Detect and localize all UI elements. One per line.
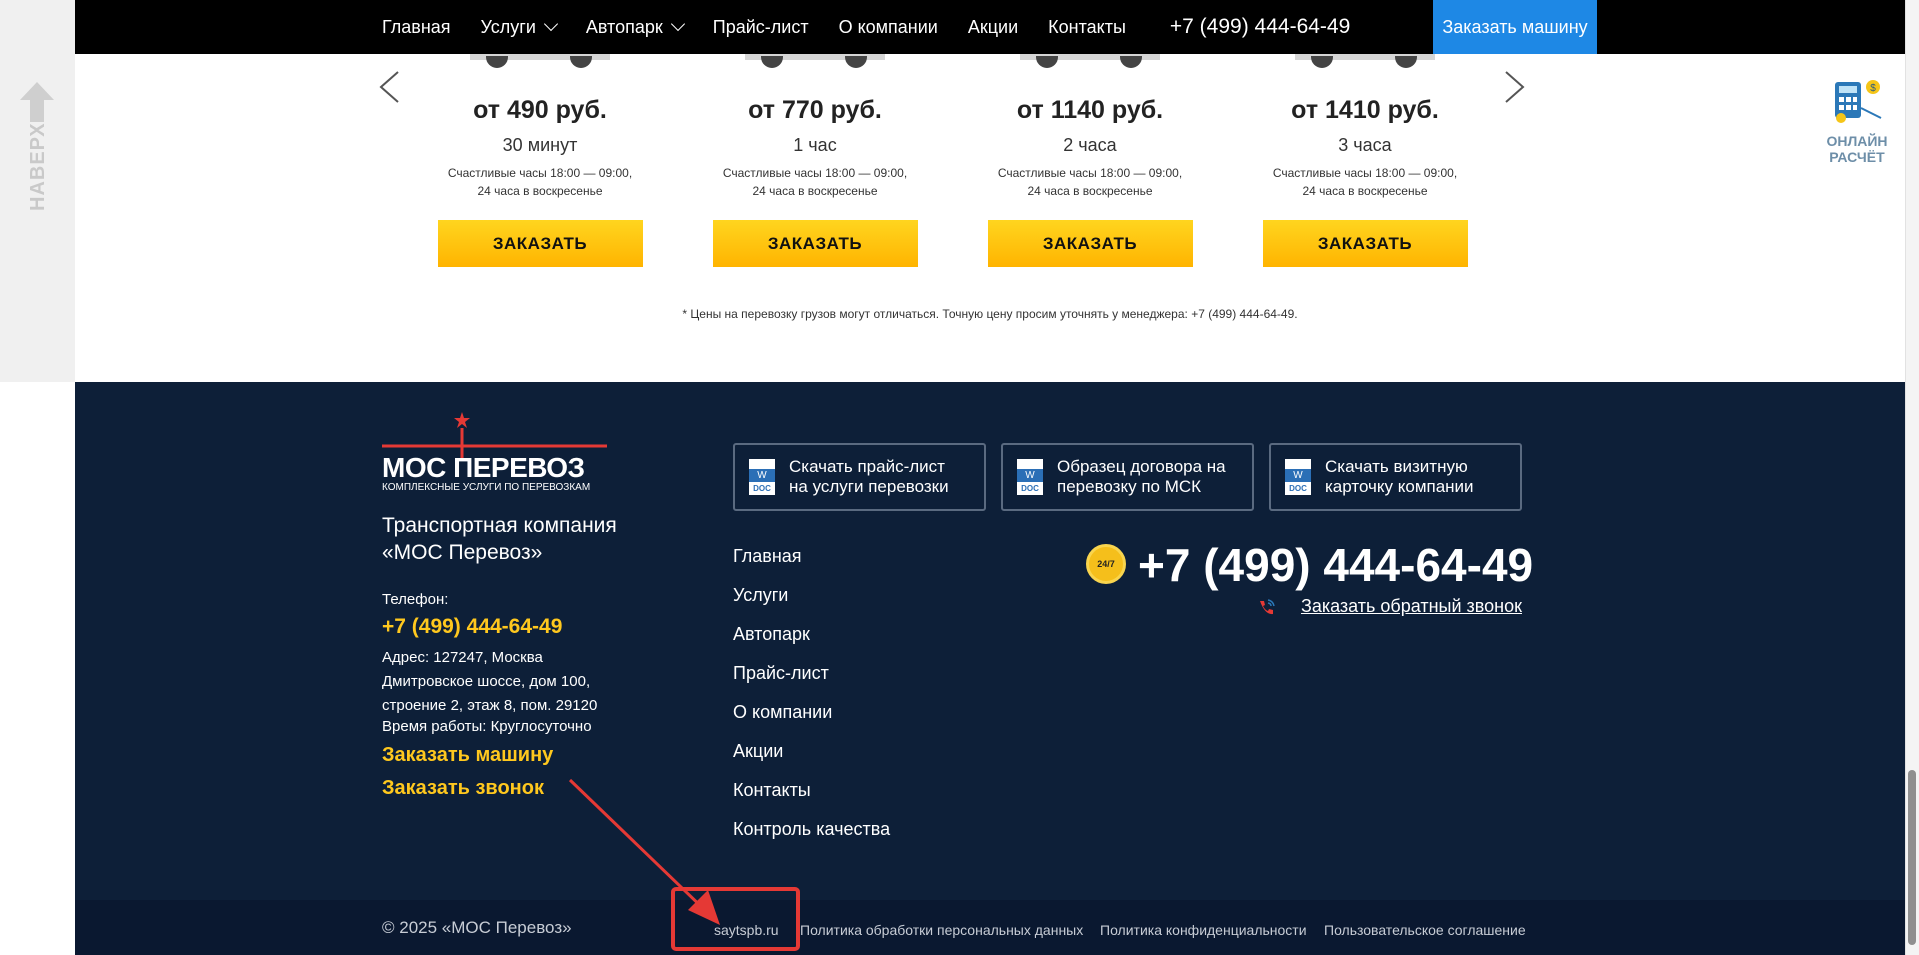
address: Адрес: 127247, Москва Дмитровское шоссе,… [382, 649, 598, 714]
chevron-down-icon [670, 16, 685, 32]
logo[interactable]: МОС ПЕРЕВОЗ КОМПЛЕКСНЫЕ УСЛУГИ ПО ПЕРЕВО… [382, 412, 607, 494]
price-card: от 490 руб. 30 минут Счастливые часы 18:… [402, 54, 678, 267]
company-name: Транспортная компания «МОС Перевоз» [382, 514, 617, 564]
truck-image [1227, 54, 1503, 70]
price-duration: 3 часа [1338, 135, 1392, 155]
footer-menu-item[interactable]: Контакты [733, 778, 890, 817]
price-value: от 770 руб. [748, 96, 882, 124]
scrollbar-thumb[interactable] [1908, 770, 1916, 945]
nav-item-home[interactable]: Главная [382, 17, 451, 38]
price-duration: 30 минут [502, 135, 578, 155]
calc-label: ОНЛАЙН РАСЧЁТ [1826, 133, 1888, 165]
nav-item-contacts[interactable]: Контакты [1048, 17, 1126, 38]
scrollbar[interactable] [1905, 0, 1919, 955]
contract-sample-button[interactable]: W DOC Образец договора на перевозку по МСК [1001, 443, 1254, 511]
order-button[interactable]: ЗАКАЗАТЬ [1262, 220, 1468, 267]
nav-item-label: Услуги [480, 16, 536, 37]
user-agreement-link[interactable]: Пользовательское соглашение [1324, 922, 1526, 938]
order-car-button[interactable]: Заказать машину [1433, 0, 1597, 54]
word-doc-icon: W DOC [1285, 459, 1311, 495]
price-note: Счастливые часы 18:00 — 09:00, 24 часа в … [1272, 166, 1458, 198]
footer-menu-item[interactable]: Контроль качества [733, 817, 890, 856]
nav-phone[interactable]: +7 (499) 444-64-49 [1170, 15, 1350, 39]
footer-big-phone[interactable]: +7 (499) 444-64-49 [1138, 538, 1533, 592]
truck-image [677, 54, 953, 70]
price-disclaimer: * Цены на перевозку грузов могут отличат… [682, 307, 1298, 321]
order-button[interactable]: ЗАКАЗАТЬ [712, 220, 918, 267]
online-calc-widget[interactable]: $ ОНЛАЙН РАСЧЁТ [1822, 78, 1892, 165]
badge-24-7-icon: 24/7 [1086, 544, 1126, 584]
footer-menu-item[interactable]: Главная [733, 544, 890, 583]
nav-item-label: Главная [382, 16, 451, 37]
scroll-to-top-label: НАВЕРХ [27, 122, 49, 211]
footer-menu-item[interactable]: Автопарк [733, 622, 890, 661]
download-pricelist-button[interactable]: W DOC Скачать прайс-лист на услуги перевоз… [733, 443, 986, 511]
nav-item-label: О компании [838, 16, 938, 37]
price-note: Счастливые часы 18:00 — 09:00, 24 часа в … [997, 166, 1183, 198]
order-button[interactable]: ЗАКАЗАТЬ [437, 220, 643, 267]
nav-item-pricelist[interactable]: Прайс-лист [713, 17, 809, 38]
price-duration: 1 час [793, 135, 837, 155]
nav-item-about[interactable]: О компании [839, 17, 938, 38]
price-value: от 1410 руб. [1291, 96, 1439, 124]
price-duration: 2 часа [1063, 135, 1117, 155]
footer-phone-link[interactable]: +7 (499) 444-64-49 [382, 615, 562, 639]
truck-image [952, 54, 1228, 70]
price-note: Счастливые часы 18:00 — 09:00, 24 часа в … [722, 166, 908, 198]
svg-text:$: $ [1870, 83, 1876, 94]
footer-menu-item[interactable]: О компании [733, 700, 890, 739]
order-call-link[interactable]: Заказать звонок [382, 777, 544, 800]
slider-next-icon[interactable] [1504, 70, 1526, 104]
price-card: от 770 руб. 1 час Счастливые часы 18:00 … [677, 54, 953, 267]
doc-button-label: Скачать визитную карточку компании [1325, 457, 1474, 496]
doc-button-label: Образец договора на перевозку по МСК [1057, 457, 1226, 496]
nav-item-label: Контакты [1048, 16, 1126, 37]
doc-button-label: Скачать прайс-лист на услуги перевозки [789, 457, 949, 496]
slider-prev-icon[interactable] [378, 70, 400, 104]
footer-menu: Главная Услуги Автопарк Прайс-лист О ком… [733, 544, 890, 856]
calculator-icon: $ [1835, 80, 1882, 123]
price-card: от 1410 руб. 3 часа Счастливые часы 18:0… [1227, 54, 1503, 267]
word-doc-icon: W DOC [749, 459, 775, 495]
nav-menu: Главная Услуги Автопарк Прайс-лист О ком… [382, 0, 1364, 54]
nav-item-promo[interactable]: Акции [968, 17, 1018, 38]
nav-item-label: Акции [967, 16, 1019, 37]
copyright: © 2025 «МОС Перевоз» [382, 918, 572, 937]
arrow-up-icon [20, 82, 54, 122]
price-card: от 1140 руб. 2 часа Счастливые часы 18:0… [952, 54, 1228, 267]
scroll-to-top[interactable]: НАВЕРХ [0, 0, 75, 382]
price-value: от 1140 руб. [1016, 96, 1164, 124]
footer-menu-item[interactable]: Акции [733, 739, 890, 778]
nav-item-label: Автопарк [585, 16, 663, 37]
price-value: от 490 руб. [473, 96, 607, 124]
privacy-policy-link[interactable]: Политика конфиденциальности [1100, 922, 1307, 938]
business-card-button[interactable]: W DOC Скачать визитную карточку компании [1269, 443, 1522, 511]
nav-item-label: Прайс-лист [712, 16, 809, 37]
footer [75, 382, 1905, 900]
annotation-arrow-icon [568, 778, 720, 925]
logo-subtitle: КОМПЛЕКСНЫЕ УСЛУГИ ПО ПЕРЕВОЗКАМ [382, 482, 591, 493]
phone-label: Телефон: [382, 591, 449, 608]
phone-ringing-icon [1260, 599, 1275, 615]
footer-menu-item[interactable]: Услуги [733, 583, 890, 622]
word-doc-icon: W DOC [1017, 459, 1043, 495]
order-button[interactable]: ЗАКАЗАТЬ [987, 220, 1193, 267]
chevron-down-icon [543, 16, 558, 32]
order-car-link[interactable]: Заказать машину [382, 744, 553, 767]
truck-image [402, 54, 678, 70]
nav-item-fleet[interactable]: Автопарк [585, 16, 685, 38]
nav-item-services[interactable]: Услуги [480, 16, 558, 38]
logo-title: МОС ПЕРЕВОЗ [382, 452, 585, 483]
personal-data-policy-link[interactable]: Политика обработки персональных данных [800, 922, 1083, 938]
footer-menu-item[interactable]: Прайс-лист [733, 661, 890, 700]
callback-link[interactable]: Заказать обратный звонок [1301, 596, 1522, 617]
price-note: Счастливые часы 18:00 — 09:00, 24 часа в … [447, 166, 633, 198]
work-hours: Время работы: Круглосуточно [382, 718, 592, 735]
top-navigation: Главная Услуги Автопарк Прайс-лист О ком… [75, 0, 1905, 54]
